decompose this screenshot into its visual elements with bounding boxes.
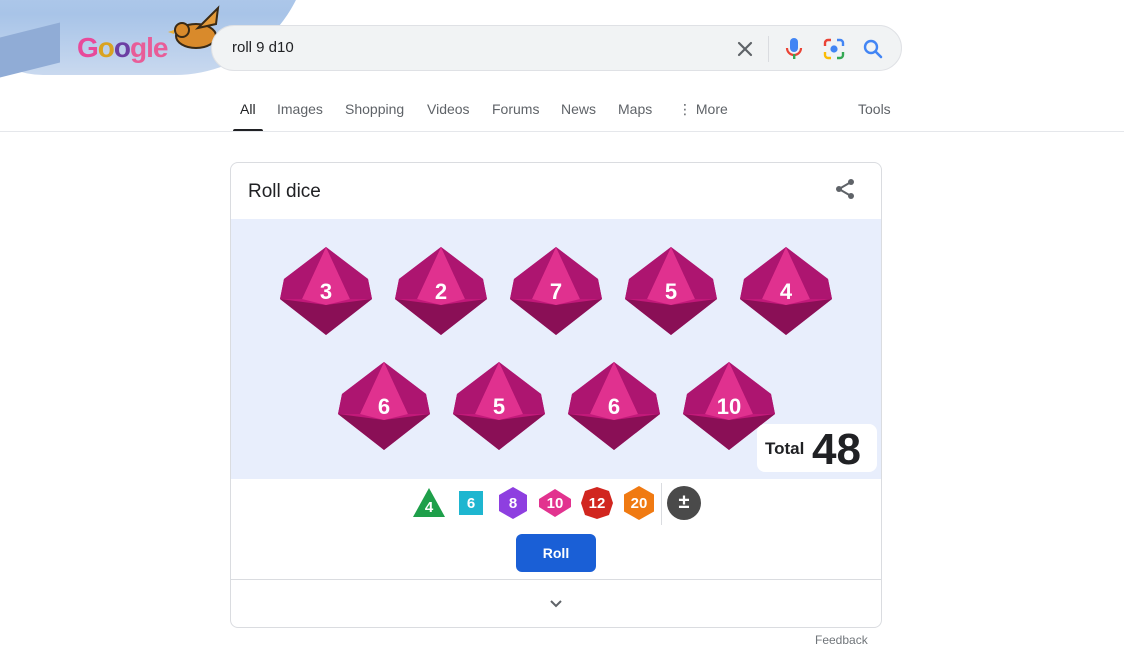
die-result: 7 [508,245,604,337]
total-value: 48 [812,425,861,474]
tab-maps[interactable]: Maps [618,101,652,132]
dice-roller-card: Roll dice 3 2 7 5 4 6 5 6 10 Total 48 4 … [230,162,882,628]
die-result: 3 [278,245,374,337]
die-value: 6 [607,394,621,419]
die-value: 10 [716,394,742,419]
die-value: 2 [434,279,448,304]
tab-news[interactable]: News [561,101,596,132]
modifier-button[interactable]: ± [666,485,702,521]
logo-letter-2: o [97,32,115,63]
die-result: 6 [566,360,662,452]
d4-label: 4 [424,499,434,516]
die-value: 6 [377,394,391,419]
feedback-link[interactable]: Feedback [815,633,868,647]
modifier-label: ± [678,491,690,513]
clear-icon[interactable] [733,37,757,61]
tab-shopping[interactable]: Shopping [345,101,404,132]
header-divider [0,131,1124,132]
microphone-icon[interactable] [782,37,806,61]
d8-label: 8 [508,495,518,512]
d20-button[interactable]: 20 [621,485,657,521]
d12-button[interactable]: 12 [579,485,615,521]
die-value: 5 [664,279,678,304]
card-divider [231,579,881,580]
tab-more[interactable]: ⋮ More [678,101,728,132]
total-badge: Total 48 [757,424,877,474]
die-value: 4 [779,279,793,304]
tab-images[interactable]: Images [277,101,323,132]
tab-all[interactable]: All [233,101,262,132]
tab-forums[interactable]: Forums [492,101,539,132]
google-logo: Google [77,32,168,64]
share-icon[interactable] [833,177,857,201]
d6-label: 6 [466,495,476,512]
d20-label: 20 [630,495,648,512]
d6-button[interactable]: 6 [453,485,489,521]
card-title: Roll dice [248,181,321,202]
tools-button[interactable]: Tools [858,101,891,132]
total-label: Total [765,439,805,458]
die-value: 5 [492,394,506,419]
search-input[interactable]: roll 9 d10 [232,39,294,56]
die-value: 7 [549,279,563,304]
die-result: 5 [623,245,719,337]
die-result: 6 [336,360,432,452]
d8-button[interactable]: 8 [495,485,531,521]
search-divider [768,36,769,62]
die-result: 2 [393,245,489,337]
logo-letter-1: G [77,32,99,63]
lens-icon[interactable] [822,37,846,61]
logo-letter-4: g [130,32,147,63]
roll-button[interactable]: Roll [516,534,596,572]
dice-display: 3 2 7 5 4 6 5 6 10 Total 48 [231,219,881,479]
die-value: 3 [319,279,333,304]
selector-divider [661,483,662,525]
d12-label: 12 [588,495,606,512]
chevron-down-icon[interactable] [546,594,566,614]
die-result: 4 [738,245,834,337]
tab-videos[interactable]: Videos [427,101,470,132]
search-icon[interactable] [861,37,885,61]
d10-button[interactable]: 10 [537,485,573,521]
d10-label: 10 [546,495,564,512]
logo-letter-5: le [146,32,168,63]
logo-letter-3: o [113,32,131,63]
search-bar[interactable]: roll 9 d10 [211,25,902,71]
die-result: 5 [451,360,547,452]
d4-button[interactable]: 4 [411,485,447,521]
